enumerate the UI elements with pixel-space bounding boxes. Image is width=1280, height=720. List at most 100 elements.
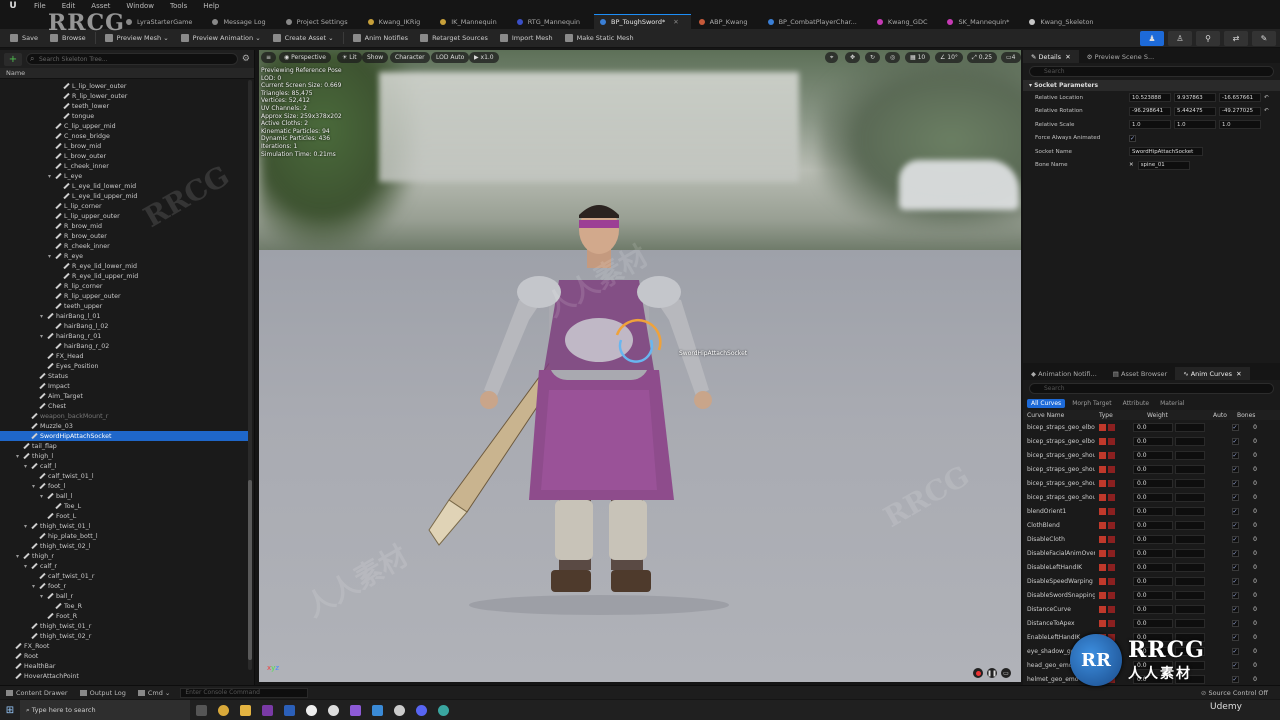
tree-row[interactable]: Root [0,651,248,661]
morph-target-icon[interactable] [1099,521,1106,529]
tab-6[interactable]: BP_ToughSword* ✕ [594,14,691,29]
discord-icon[interactable] [410,700,432,720]
tree-row[interactable]: ▾ thigh_twist_01_l [0,521,248,531]
auto-checkbox[interactable]: ✓ [1231,549,1239,557]
curve-weight-slider[interactable] [1175,492,1205,502]
filter-attribute[interactable]: Attribute [1119,399,1154,408]
camera-speed-button[interactable]: ▭ 4 [1001,52,1021,63]
tree-row[interactable]: L_eye_lid_upper_mid [0,191,248,201]
menu-tools[interactable]: Tools [162,2,195,10]
github-icon[interactable] [388,700,410,720]
tree-row[interactable]: hairBang_l_02 [0,321,248,331]
curve-weight-slider[interactable] [1175,534,1205,544]
curve-weight-field[interactable]: 0.0 [1133,576,1173,586]
curve-weight-field[interactable]: 0.0 [1133,464,1173,474]
tree-row[interactable]: ▾ thigh_l [0,451,248,461]
show-button[interactable]: Show [362,52,389,63]
tree-row[interactable]: HoverAttachPoint [0,671,248,681]
select-mode-icon[interactable]: ⌖ [825,52,839,63]
tree-row[interactable]: ▾ R_eye [0,251,248,261]
material-icon[interactable] [1108,563,1115,571]
curve-weight-field[interactable]: 0.0 [1133,520,1173,530]
tree-row[interactable]: Toe_R [0,601,248,611]
expand-caret-icon[interactable]: ▾ [40,333,46,340]
curve-row[interactable]: bicep_straps_geo_shoul 0.0 ✓ 0 [1023,476,1280,490]
add-button[interactable]: + [4,52,22,66]
auto-checkbox[interactable]: ✓ [1231,493,1239,501]
header-bones[interactable]: Bones [1237,412,1261,419]
tab-1[interactable]: Message Log [206,14,277,29]
playback-speed-button[interactable]: ▶ x1.0 [469,52,499,63]
word-icon[interactable] [278,700,300,720]
tree-row[interactable]: calf_twist_01_r [0,571,248,581]
tree-row[interactable]: ▾ foot_l [0,481,248,491]
auto-checkbox[interactable]: ✓ [1231,465,1239,473]
curve-weight-field[interactable]: 0.0 [1133,590,1173,600]
tab-animation-notifies[interactable]: ◆ Animation Notifi... [1023,367,1105,380]
auto-checkbox[interactable]: ✓ [1231,521,1239,529]
auto-checkbox[interactable]: ✓ [1231,451,1239,459]
curve-weight-field[interactable]: 0.0 [1133,422,1173,432]
bone-name-field[interactable]: spine_01 [1137,160,1190,170]
curve-weight-slider[interactable] [1175,618,1205,628]
tab-7[interactable]: ABP_Kwang [693,14,760,29]
auto-checkbox[interactable]: ✓ [1231,605,1239,613]
save-button[interactable]: Save [4,31,44,46]
skeleton-tree-search-input[interactable]: Search Skeleton Tree... [26,53,238,65]
header-weight[interactable]: Weight [1147,412,1209,419]
curve-weight-slider[interactable] [1175,464,1205,474]
socket-name-field[interactable]: SwordHipAttachSocket [1129,147,1203,157]
curve-weight-slider[interactable] [1175,422,1205,432]
rotation-x-field[interactable]: -96.298641 [1129,106,1171,116]
mail-icon[interactable] [366,700,388,720]
scale-y-field[interactable]: 1.0 [1174,120,1216,130]
scale-x-field[interactable]: 1.0 [1129,120,1171,130]
curve-row[interactable]: bicep_straps_geo_elbow 0.0 ✓ 0 [1023,420,1280,434]
tree-row[interactable]: Status [0,371,248,381]
tree-row[interactable]: ▾ L_eye [0,171,248,181]
location-z-field[interactable]: -16.657661 [1219,93,1261,103]
unreal-editor-icon[interactable] [300,700,322,720]
rotation-z-field[interactable]: -49.277025 [1219,106,1261,116]
task-view-icon[interactable] [190,700,212,720]
tab-8[interactable]: BP_CombatPlayerChar... [762,14,869,29]
auto-checkbox[interactable]: ✓ [1231,577,1239,585]
tree-row[interactable]: Foot_R [0,611,248,621]
expand-caret-icon[interactable]: ▾ [48,173,54,180]
menu-help[interactable]: Help [195,2,227,10]
tree-row[interactable]: Aim_Target [0,391,248,401]
curve-weight-field[interactable]: 0.0 [1133,492,1173,502]
tab-10[interactable]: SK_Mannequin* [941,14,1021,29]
tree-row[interactable]: R_lip_upper_outer [0,291,248,301]
curve-row[interactable]: DisableSwordSnapping1 0.0 ✓ 0 [1023,588,1280,602]
morph-target-icon[interactable] [1099,493,1106,501]
reset-arrow-icon[interactable]: ↶ [1264,108,1269,114]
auto-checkbox[interactable]: ✓ [1231,507,1239,515]
close-tab-icon[interactable]: ✕ [673,18,678,26]
expand-caret-icon[interactable]: ▾ [24,463,30,470]
tree-row[interactable]: R_eye_lid_upper_mid [0,271,248,281]
skeleton-mode-icon[interactable]: ♟ [1140,31,1164,46]
tab-0[interactable]: LyraStarterGame [120,14,204,29]
tree-row[interactable]: R_lip_lower_outer [0,91,248,101]
content-drawer-button[interactable]: Content Drawer [0,689,74,697]
make-static-mesh-button[interactable]: Make Static Mesh [559,31,640,46]
tree-row[interactable]: thigh_twist_02_l [0,541,248,551]
tree-row[interactable]: Impact [0,381,248,391]
cmd-dropdown[interactable]: Cmd ⌄ [132,689,177,697]
tree-row[interactable]: ▾ calf_r [0,561,248,571]
material-icon[interactable] [1108,437,1115,445]
morph-target-icon[interactable] [1099,507,1106,515]
tree-row[interactable]: R_brow_mid [0,221,248,231]
curves-search-input[interactable]: Search [1029,383,1274,394]
perspective-button[interactable]: ◉ Perspective [279,52,331,63]
grid-snap-button[interactable]: ▦ 10 [905,52,931,63]
scale-z-field[interactable]: 1.0 [1219,120,1261,130]
visual-studio-icon[interactable] [344,700,366,720]
rotation-snap-button[interactable]: ∠ 10° [935,52,963,63]
curve-weight-field[interactable]: 0.0 [1133,450,1173,460]
curve-weight-slider[interactable] [1175,450,1205,460]
tree-scrollbar[interactable] [248,80,252,670]
tree-row[interactable]: C_nose_bridge [0,131,248,141]
import-mesh-button[interactable]: Import Mesh [494,31,559,46]
